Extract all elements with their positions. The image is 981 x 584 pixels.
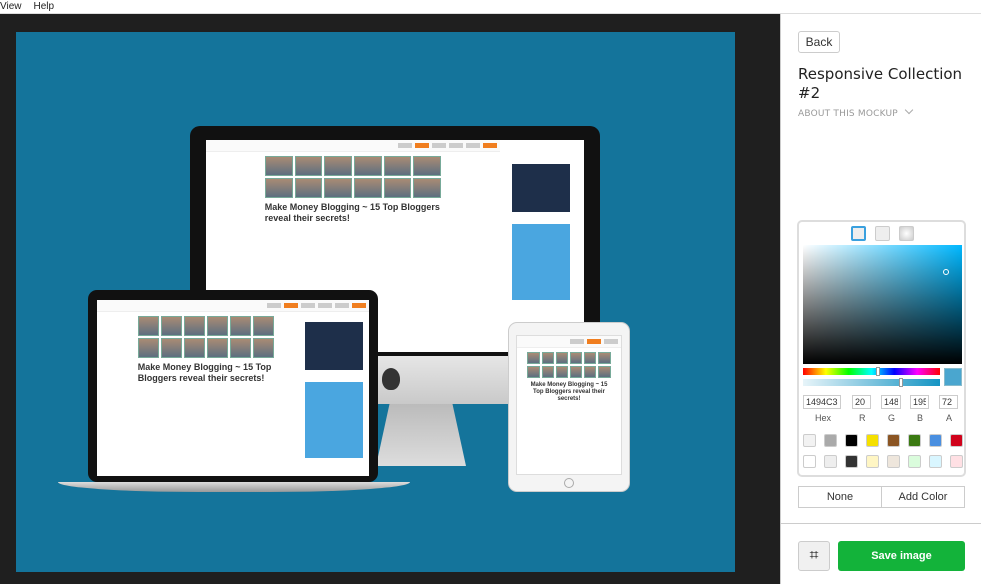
color-swatch[interactable] — [929, 455, 942, 468]
imac-stand — [376, 404, 466, 466]
color-swatch[interactable] — [866, 455, 879, 468]
linear-gradient-mode[interactable] — [875, 226, 890, 241]
color-swatch[interactable] — [845, 455, 858, 468]
alpha-slider[interactable] — [803, 378, 940, 387]
color-actions: None Add Color — [798, 486, 965, 508]
crop-button[interactable]: ⌗ — [798, 541, 830, 571]
g-label: G — [888, 413, 896, 423]
crop-icon: ⌗ — [809, 547, 819, 564]
color-swatch[interactable] — [803, 455, 816, 468]
swatch-row — [803, 434, 963, 447]
color-swatch[interactable] — [866, 434, 879, 447]
r-input[interactable] — [852, 395, 871, 409]
back-button[interactable]: Back — [798, 31, 840, 53]
ipad-screen: Make Money Blogging ~ 15 Top Bloggers re… — [516, 335, 622, 475]
chevron-down-icon — [904, 105, 914, 115]
menu-bar: View Help — [0, 0, 981, 14]
color-swatch[interactable] — [908, 455, 921, 468]
a-label: A — [946, 413, 953, 423]
mockup-headline: Make Money Blogging ~ 15 Top Bloggers re… — [264, 202, 440, 223]
laptop-screen: Make Money Blogging ~ 15 Top Bloggers re… — [97, 300, 369, 476]
b-label: B — [917, 413, 924, 423]
menu-help[interactable]: Help — [34, 0, 55, 13]
laptop-base — [58, 482, 410, 492]
none-button[interactable]: None — [799, 487, 881, 507]
ipad-headline: Make Money Blogging ~ 15 Top Bloggers re… — [530, 382, 608, 402]
apple-logo-icon — [382, 368, 400, 390]
divider — [781, 523, 981, 524]
hex-input[interactable] — [803, 395, 841, 409]
solid-fill-mode[interactable] — [851, 226, 866, 241]
radial-gradient-mode[interactable] — [899, 226, 914, 241]
hue-slider[interactable] — [803, 367, 940, 376]
side-panel: Back Responsive Collection #2 ABOUT THIS… — [780, 14, 981, 584]
color-picker: Hex R G B A — [797, 220, 966, 477]
color-swatch[interactable] — [929, 434, 942, 447]
color-swatch[interactable] — [887, 434, 900, 447]
color-swatch[interactable] — [908, 434, 921, 447]
add-color-button[interactable]: Add Color — [881, 487, 964, 507]
hex-label: Hex — [815, 413, 832, 423]
color-handle[interactable] — [943, 269, 949, 275]
save-image-button[interactable]: Save image — [838, 541, 965, 571]
mockup-canvas: Make Money Blogging ~ 15 Top Bloggers re… — [16, 32, 735, 572]
color-swatch[interactable] — [950, 434, 963, 447]
g-input[interactable] — [881, 395, 901, 409]
color-swatch[interactable] — [803, 434, 816, 447]
color-swatch[interactable] — [887, 455, 900, 468]
menu-view[interactable]: View — [0, 0, 22, 13]
saturation-value-area[interactable] — [803, 245, 962, 364]
about-toggle[interactable]: ABOUT THIS MOCKUP — [798, 105, 914, 119]
swatch-row — [803, 455, 963, 468]
laptop-device: Make Money Blogging ~ 15 Top Bloggers re… — [88, 290, 378, 482]
color-swatch[interactable] — [824, 455, 837, 468]
ipad-device: Make Money Blogging ~ 15 Top Bloggers re… — [508, 322, 630, 492]
a-input[interactable] — [939, 395, 958, 409]
laptop-headline: Make Money Blogging ~ 15 Top Bloggers re… — [137, 362, 272, 383]
color-preview — [944, 368, 962, 386]
color-swatch[interactable] — [824, 434, 837, 447]
about-label: ABOUT THIS MOCKUP — [798, 109, 898, 119]
r-label: R — [859, 413, 866, 423]
b-input[interactable] — [910, 395, 929, 409]
preview-stage: Make Money Blogging ~ 15 Top Bloggers re… — [0, 14, 780, 584]
mockup-title: Responsive Collection #2 — [798, 65, 963, 102]
color-swatch[interactable] — [950, 455, 963, 468]
color-swatch[interactable] — [845, 434, 858, 447]
home-button — [564, 478, 574, 488]
